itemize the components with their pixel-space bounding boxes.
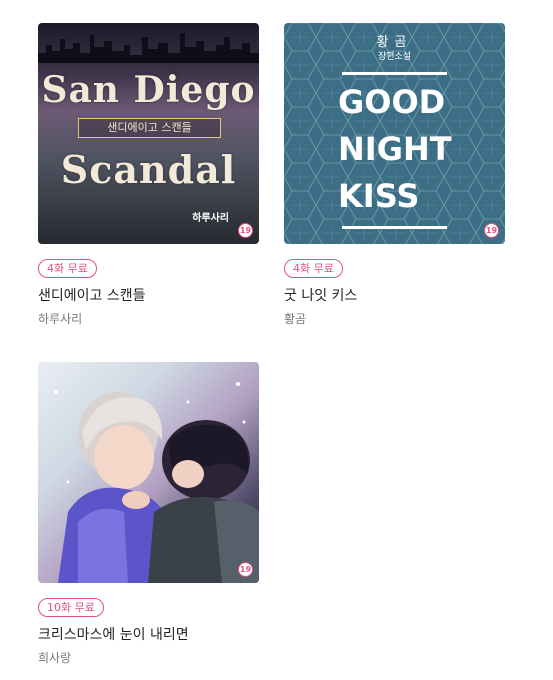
cover-title-top: San Diego	[41, 69, 256, 111]
free-episodes-badge: 4화 무료	[284, 259, 343, 278]
book-title[interactable]: 굿 나잇 키스	[284, 287, 505, 305]
book-author[interactable]: 하루사리	[38, 311, 259, 327]
free-episodes-badge: 4화 무료	[38, 259, 97, 278]
cover-subtitle: 샌디에이고 스캔들	[78, 118, 221, 138]
cover-title-line: NIGHT	[338, 130, 452, 168]
book-author[interactable]: 희사랑	[38, 650, 259, 666]
book-cover[interactable]: San Diego 샌디에이고 스캔들 Scandal 하루사리 19	[38, 23, 259, 244]
city-skyline-art	[38, 33, 259, 63]
cover-title-line: KISS	[338, 177, 420, 215]
book-author[interactable]: 황곰	[284, 311, 505, 327]
book-grid: San Diego 샌디에이고 스캔들 Scandal 하루사리 19 4화 무…	[0, 0, 553, 680]
cover-pen-name: 하루사리	[192, 213, 229, 224]
book-title[interactable]: 샌디에이고 스캔들	[38, 287, 259, 305]
cover-title-line: GOOD	[338, 83, 446, 121]
age-19-icon: 19	[238, 562, 253, 577]
book-title[interactable]: 크리스마스에 눈이 내리면	[38, 626, 259, 644]
cover-title-bottom: Scandal	[60, 147, 237, 192]
book-card[interactable]: San Diego 샌디에이고 스캔들 Scandal 하루사리 19 4화 무…	[38, 23, 259, 327]
cover-divider	[342, 72, 447, 75]
book-cover[interactable]: 황곰 장편소설 GOOD NIGHT KISS 19	[284, 23, 505, 244]
cover-genre: 장편소설	[377, 52, 412, 62]
free-episodes-badge: 10화 무료	[38, 598, 104, 617]
age-19-icon: 19	[484, 223, 499, 238]
book-card[interactable]: 19 10화 무료 크리스마스에 눈이 내리면 희사랑	[38, 362, 259, 666]
illustration-couple-art	[54, 382, 259, 583]
cover-divider	[342, 226, 447, 229]
book-card[interactable]: 황곰 장편소설 GOOD NIGHT KISS 19 4화 무료 굿 나잇 키스…	[284, 23, 505, 327]
age-19-icon: 19	[238, 223, 253, 238]
book-cover[interactable]: 19	[38, 362, 259, 583]
cover-author: 황곰	[376, 35, 413, 50]
